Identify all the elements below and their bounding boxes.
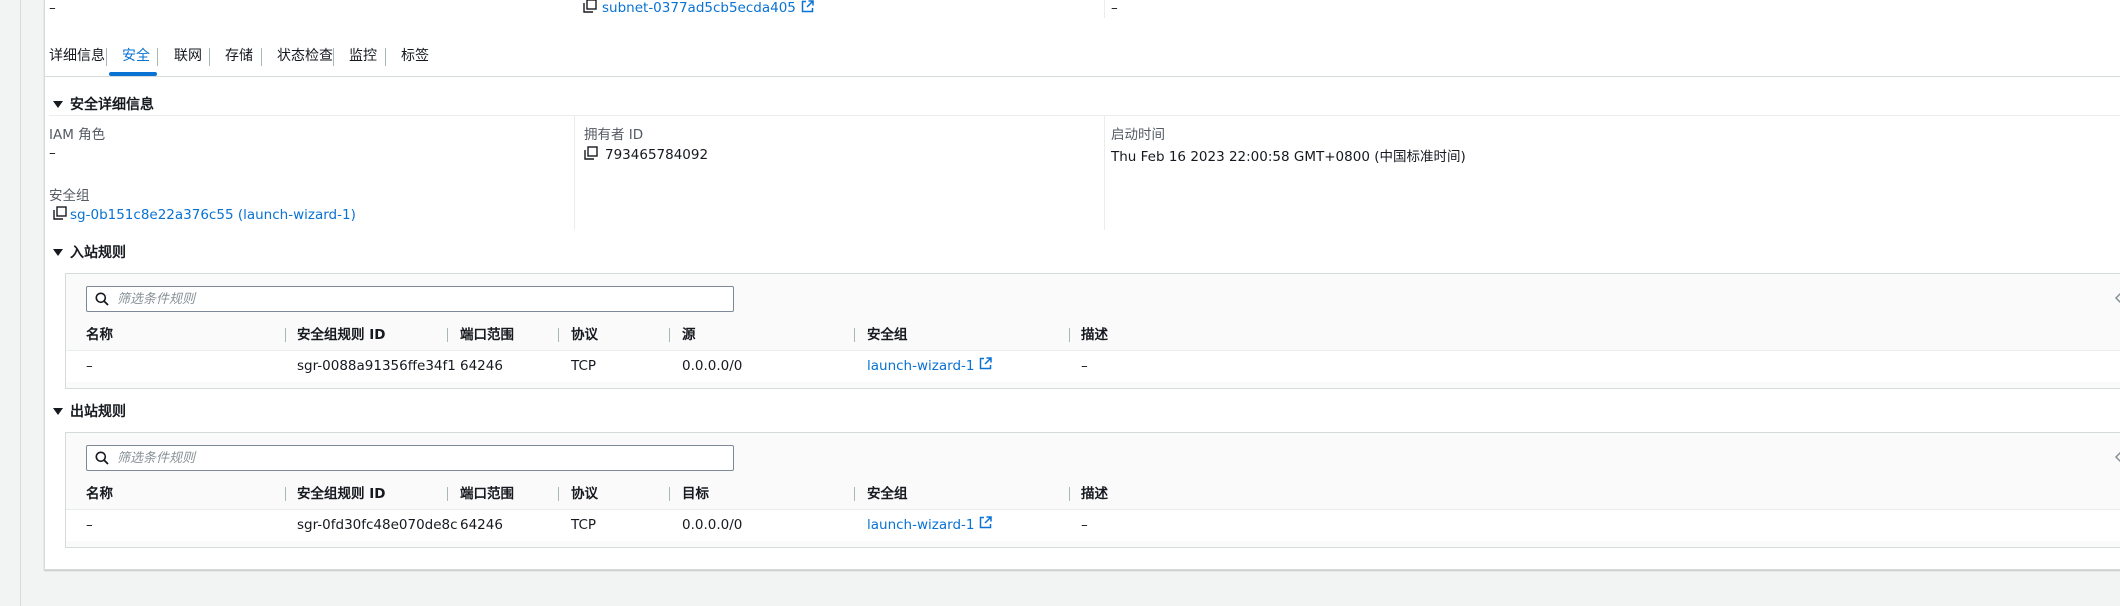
column-header[interactable]: 描述: [1081, 479, 1108, 509]
copy-icon[interactable]: [53, 206, 67, 224]
column-header[interactable]: 安全组: [867, 320, 908, 350]
outbound-search-box: [86, 445, 734, 471]
inbound-table-header: 名称 安全组规则 ID 端口范围 协议 源 安全组 描述: [66, 320, 2120, 351]
detail-tabs: 详细信息 安全 联网 存储 状态检查 监控 标签: [45, 38, 2120, 77]
search-icon: [95, 451, 109, 465]
inbound-rules-table: 名称 安全组规则 ID 端口范围 协议 源 安全组 描述 – sgr-0088a…: [65, 273, 2120, 389]
iam-role-value: –: [49, 145, 56, 161]
column-header[interactable]: 名称: [86, 479, 113, 509]
tab-tags[interactable]: 标签: [401, 38, 429, 76]
active-tab-indicator: [109, 72, 157, 76]
cell-port-range: 64246: [460, 358, 503, 374]
search-icon: [95, 292, 109, 306]
inbound-rules-title: 入站规则: [70, 245, 126, 261]
launch-time-value: Thu Feb 16 2023 22:00:58 GMT+0800 (中国标准时…: [1111, 149, 1466, 165]
chevron-left-icon[interactable]: [2114, 450, 2120, 464]
column-header[interactable]: 目标: [682, 479, 709, 509]
outbound-table-header: 名称 安全组规则 ID 端口范围 协议 目标 安全组 描述: [66, 479, 2120, 510]
column-header[interactable]: 安全组规则 ID: [297, 479, 385, 509]
inbound-rules-toggle[interactable]: 入站规则: [53, 242, 126, 262]
cell-description: –: [1081, 517, 1088, 533]
copy-icon[interactable]: [583, 0, 597, 17]
tab-status-checks[interactable]: 状态检查: [277, 38, 333, 76]
cell-security-group: launch-wizard-1: [867, 351, 993, 382]
owner-id-label: 拥有者 ID: [584, 127, 644, 143]
cell-rule-id: sgr-0fd30fc48e070de8c: [297, 517, 458, 533]
outbound-filter-bar: [66, 433, 2120, 479]
caret-down-icon: [53, 407, 63, 415]
inbound-search-input[interactable]: [117, 291, 717, 307]
column-header[interactable]: 描述: [1081, 320, 1108, 350]
owner-id-row: 793465784092: [584, 146, 708, 164]
security-group-label: 安全组: [49, 188, 90, 204]
outbound-rules-toggle[interactable]: 出站规则: [53, 401, 126, 421]
cell-rule-id: sgr-0088a91356ffe34f1: [297, 358, 456, 374]
column-header[interactable]: 端口范围: [460, 320, 514, 350]
external-link-icon: [801, 0, 814, 17]
column-header[interactable]: 名称: [86, 320, 113, 350]
instance-details-card: – subnet-0377ad5cb5ecda405 – 详细信息 安全 联网 …: [44, 0, 2120, 570]
tab-storage[interactable]: 存储: [225, 38, 253, 76]
table-row: – sgr-0088a91356ffe34f1 64246 TCP 0.0.0.…: [66, 351, 2120, 382]
iam-role-label: IAM 角色: [49, 127, 106, 143]
security-details-toggle[interactable]: 安全详细信息: [53, 94, 154, 114]
caret-down-icon: [53, 248, 63, 256]
tab-details[interactable]: 详细信息: [49, 38, 105, 76]
cell-source: 0.0.0.0/0: [682, 358, 743, 374]
top-right-value: –: [1111, 0, 1118, 16]
external-link-icon: [979, 510, 993, 541]
security-group-link[interactable]: launch-wizard-1: [867, 351, 974, 382]
column-header[interactable]: 源: [682, 320, 696, 350]
external-link-icon: [979, 351, 993, 382]
cell-name: –: [86, 517, 93, 533]
outbound-rules-title: 出站规则: [70, 404, 126, 420]
cell-protocol: TCP: [571, 517, 597, 533]
cell-description: –: [1081, 358, 1088, 374]
tab-networking[interactable]: 联网: [174, 38, 202, 76]
column-header[interactable]: 安全组规则 ID: [297, 320, 385, 350]
cell-protocol: TCP: [571, 358, 597, 374]
security-group-row: sg-0b151c8e22a376c55 (launch-wizard-1): [53, 206, 356, 224]
security-group-link[interactable]: sg-0b151c8e22a376c55 (launch-wizard-1): [70, 207, 356, 223]
launch-time-label: 启动时间: [1111, 127, 1165, 143]
copy-icon[interactable]: [584, 146, 598, 164]
cell-port-range: 64246: [460, 517, 503, 533]
cell-name: –: [86, 358, 93, 374]
column-header[interactable]: 协议: [571, 479, 598, 509]
outbound-search-input[interactable]: [117, 450, 717, 466]
top-left-value: –: [49, 0, 56, 16]
owner-id-value: 793465784092: [605, 147, 709, 163]
column-header[interactable]: 端口范围: [460, 479, 514, 509]
inbound-filter-bar: [66, 274, 2120, 320]
table-row: – sgr-0fd30fc48e070de8c 64246 TCP 0.0.0.…: [66, 510, 2120, 541]
inbound-search-box: [86, 286, 734, 312]
subnet-link[interactable]: subnet-0377ad5cb5ecda405: [602, 0, 796, 16]
security-group-link[interactable]: launch-wizard-1: [867, 510, 974, 541]
column-header[interactable]: 安全组: [867, 479, 908, 509]
chevron-left-icon[interactable]: [2114, 291, 2120, 305]
caret-down-icon: [53, 100, 63, 108]
outbound-rules-table: 名称 安全组规则 ID 端口范围 协议 目标 安全组 描述 – sgr-0fd3…: [65, 432, 2120, 548]
tab-monitoring[interactable]: 监控: [349, 38, 377, 76]
column-header[interactable]: 协议: [571, 320, 598, 350]
security-details-title: 安全详细信息: [70, 97, 154, 113]
cell-destination: 0.0.0.0/0: [682, 517, 743, 533]
cell-security-group: launch-wizard-1: [867, 510, 993, 541]
subnet-row: subnet-0377ad5cb5ecda405: [583, 0, 814, 17]
left-rail: [0, 0, 21, 606]
tab-security[interactable]: 安全: [122, 38, 150, 76]
